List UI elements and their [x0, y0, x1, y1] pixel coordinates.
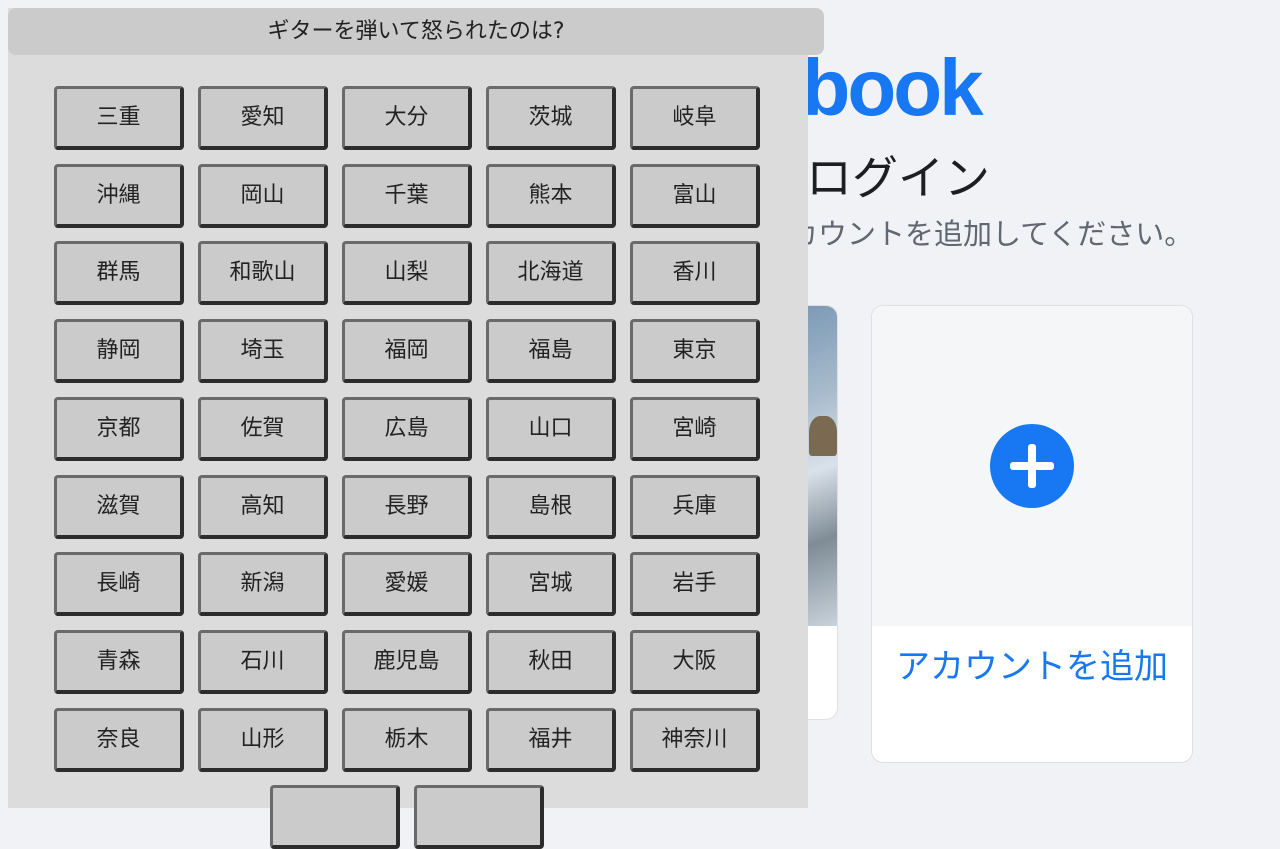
answer-button[interactable]: 大分 — [342, 86, 472, 150]
answer-button[interactable]: 山形 — [198, 708, 328, 772]
answer-button[interactable]: 岡山 — [198, 164, 328, 228]
answer-button[interactable]: 島根 — [486, 475, 616, 539]
answer-button[interactable]: 愛媛 — [342, 552, 472, 616]
answer-button[interactable]: 三重 — [54, 86, 184, 150]
answer-button[interactable]: 岐阜 — [630, 86, 760, 150]
add-account-card-top — [872, 306, 1192, 626]
answer-button[interactable]: 東京 — [630, 319, 760, 383]
answer-button[interactable]: 香川 — [630, 241, 760, 305]
answer-button[interactable] — [414, 785, 544, 849]
answer-button[interactable]: 宮崎 — [630, 397, 760, 461]
answer-button[interactable]: 富山 — [630, 164, 760, 228]
answer-button[interactable]: 青森 — [54, 630, 184, 694]
answer-button[interactable]: 栃木 — [342, 708, 472, 772]
answer-button[interactable]: 兵庫 — [630, 475, 760, 539]
answer-button[interactable]: 沖縄 — [54, 164, 184, 228]
quiz-question: ギターを弾いて怒られたのは? — [8, 8, 824, 55]
answer-button[interactable]: 宮城 — [486, 552, 616, 616]
plus-icon[interactable] — [990, 424, 1074, 508]
answer-button[interactable]: 静岡 — [54, 319, 184, 383]
photo-detail — [809, 416, 837, 456]
answer-button[interactable]: 茨城 — [486, 86, 616, 150]
answer-button[interactable]: 京都 — [54, 397, 184, 461]
answer-button[interactable]: 広島 — [342, 397, 472, 461]
answer-button[interactable]: 山口 — [486, 397, 616, 461]
answer-button[interactable]: 長崎 — [54, 552, 184, 616]
answer-button[interactable]: 新潟 — [198, 552, 328, 616]
answer-button[interactable]: 高知 — [198, 475, 328, 539]
answer-button[interactable]: 千葉 — [342, 164, 472, 228]
answer-button[interactable]: 大阪 — [630, 630, 760, 694]
answer-button[interactable]: 福井 — [486, 708, 616, 772]
quiz-panel: ギターを弾いて怒られたのは? 三重 愛知 大分 茨城 岐阜沖縄 岡山 千葉 熊本 富山群馬 和歌山… — [8, 8, 824, 849]
answer-button[interactable] — [270, 785, 400, 849]
answer-button[interactable]: 長野 — [342, 475, 472, 539]
answer-button[interactable]: 熊本 — [486, 164, 616, 228]
answer-button[interactable]: 鹿児島 — [342, 630, 472, 694]
answer-button[interactable]: 岩手 — [630, 552, 760, 616]
answer-button[interactable]: 佐賀 — [198, 397, 328, 461]
answer-button[interactable]: 和歌山 — [198, 241, 328, 305]
answer-button[interactable]: 福島 — [486, 319, 616, 383]
answer-button[interactable]: 群馬 — [54, 241, 184, 305]
answer-button[interactable]: 石川 — [198, 630, 328, 694]
answer-button[interactable]: 奈良 — [54, 708, 184, 772]
answer-button[interactable]: 北海道 — [486, 241, 616, 305]
answer-button[interactable]: 滋賀 — [54, 475, 184, 539]
page-subheading: アカウントを追加してください。 — [760, 217, 1194, 251]
answer-button[interactable]: 神奈川 — [630, 708, 760, 772]
answer-button[interactable]: 福岡 — [342, 319, 472, 383]
add-account-label[interactable]: アカウントを追加 — [872, 644, 1192, 690]
add-account-card[interactable]: アカウントを追加 — [871, 305, 1193, 763]
answer-button[interactable]: 秋田 — [486, 630, 616, 694]
answer-button[interactable]: 埼玉 — [198, 319, 328, 383]
answer-button[interactable]: 愛知 — [198, 86, 328, 150]
answer-button[interactable]: 山梨 — [342, 241, 472, 305]
